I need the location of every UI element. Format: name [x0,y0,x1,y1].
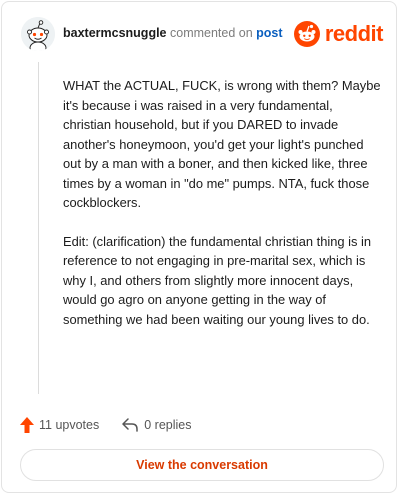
reddit-logo[interactable]: reddit [293,20,384,48]
snoo-avatar-icon [21,17,55,51]
comment-paragraph: Edit: (clarification) the fundamental ch… [63,233,372,327]
comment-embed-card: baxtermcsnuggle commented on post reddit… [1,1,397,493]
upvotes-stat[interactable]: 11 upvotes [19,416,99,434]
comment-body: WHAT the ACTUAL, FUCK, is wrong with the… [63,76,381,348]
commented-on-text: commented on [166,26,257,40]
thread-line [38,62,39,394]
comment-header: baxtermcsnuggle commented on post reddit [21,17,384,53]
comment-paragraph: WHAT the ACTUAL, FUCK, is wrong with the… [63,78,381,210]
reddit-snoo-logo-icon [293,21,320,47]
username-link[interactable]: baxtermcsnuggle [63,26,167,40]
upvote-arrow-icon [20,417,34,433]
reddit-wordmark: reddit [324,21,384,46]
reply-arrow-icon [122,418,138,432]
replies-stat[interactable]: 0 replies [121,417,191,433]
upvotes-count: 11 upvotes [39,418,100,432]
comment-byline: baxtermcsnuggle commented on post [63,26,283,40]
replies-count: 0 replies [144,418,192,432]
comment-footer: 11 upvotes 0 replies [19,415,191,435]
user-avatar[interactable] [21,17,55,51]
post-link[interactable]: post [256,26,282,40]
view-conversation-button[interactable]: View the conversation [20,449,384,481]
